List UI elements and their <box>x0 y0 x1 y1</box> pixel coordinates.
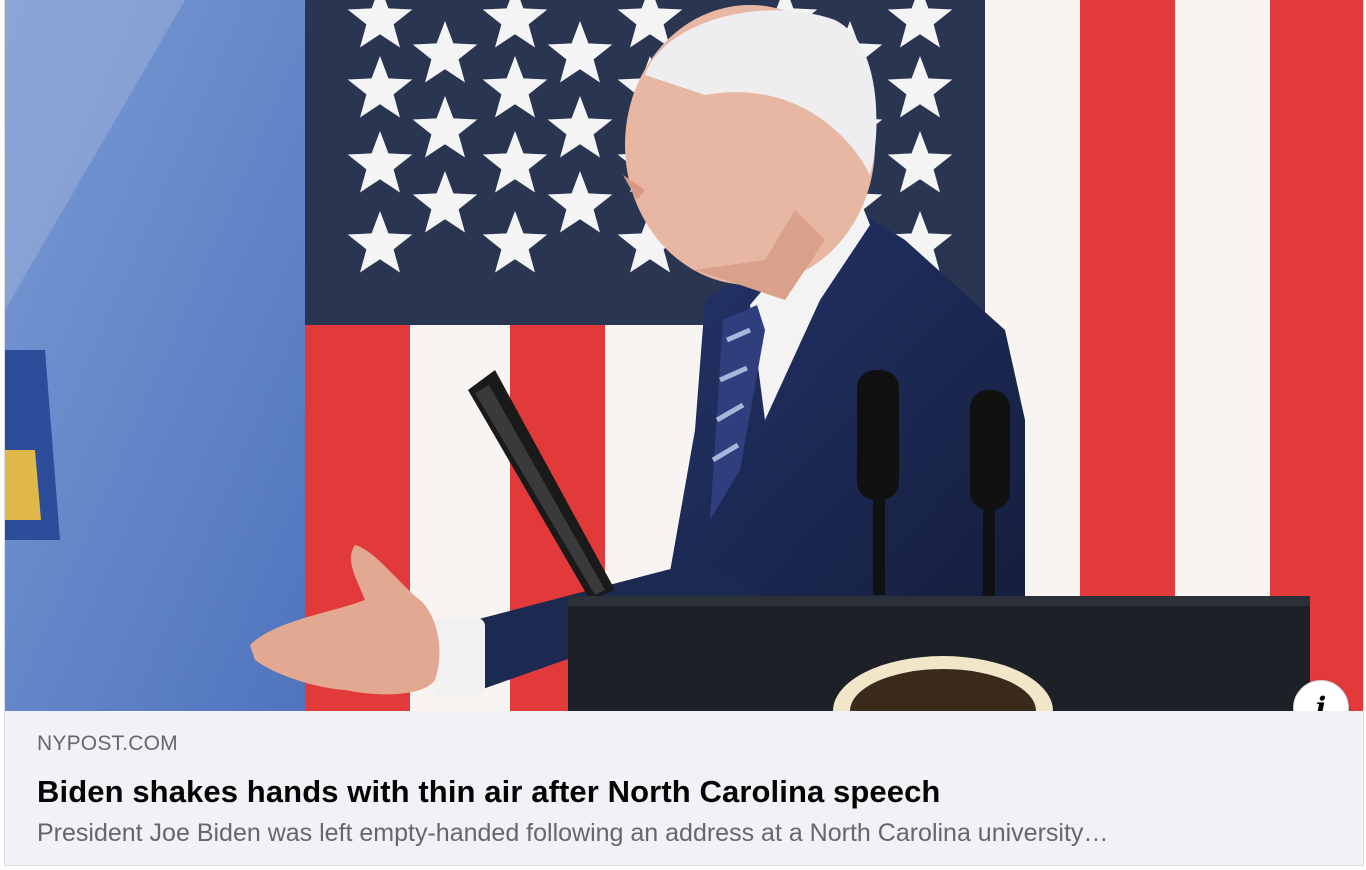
link-headline[interactable]: Biden shakes hands with thin air after N… <box>37 771 1331 813</box>
link-domain: NYPOST.COM <box>37 732 178 755</box>
preview-image[interactable]: DENT OF THE i <box>5 0 1363 711</box>
info-icon: i <box>1315 691 1327 712</box>
preview-image-graphic: DENT OF THE <box>5 0 1363 711</box>
seal-text: DENT OF THE <box>883 681 1003 700</box>
link-description: President Joe Biden was left empty-hande… <box>37 819 1109 847</box>
link-preview-card[interactable]: DENT OF THE i NYPOST.COM Biden shakes ha… <box>4 0 1364 866</box>
link-meta[interactable]: NYPOST.COM Biden shakes hands with thin … <box>5 711 1363 850</box>
